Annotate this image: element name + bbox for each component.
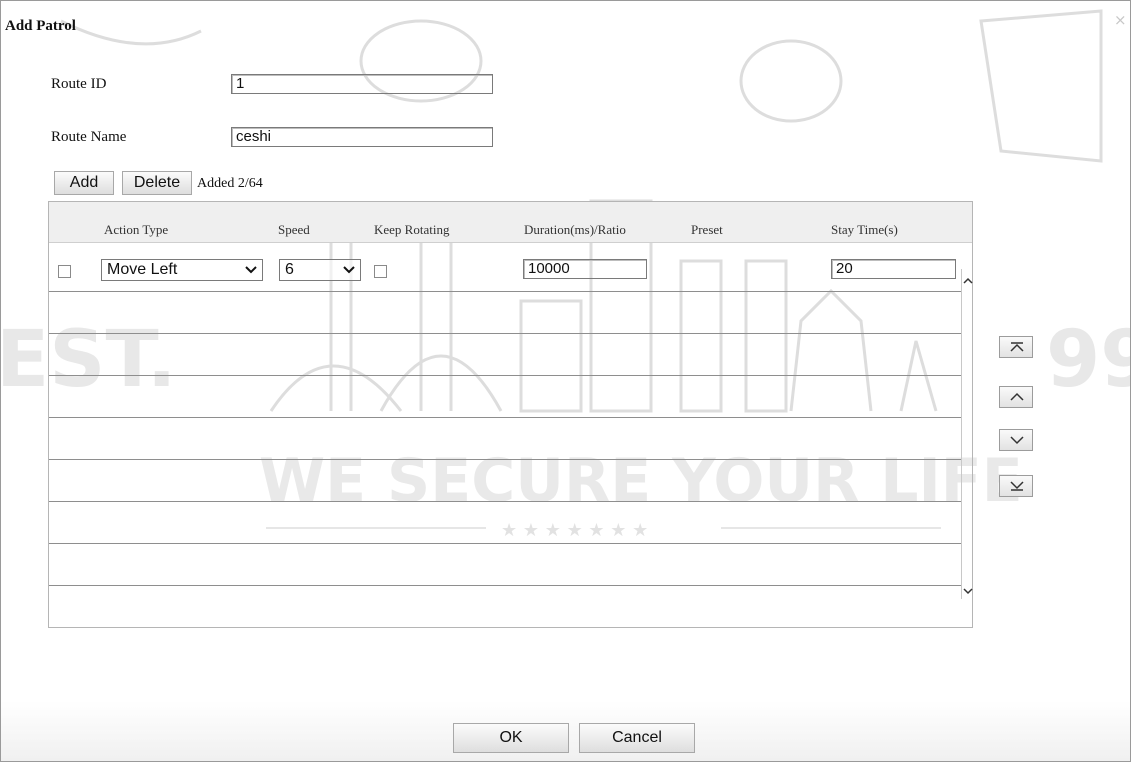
- speed-select[interactable]: 6: [279, 259, 361, 281]
- move-down-icon: [1010, 436, 1024, 445]
- add-button[interactable]: Add: [54, 171, 114, 195]
- table-scrollbar[interactable]: [961, 269, 974, 599]
- chevron-down-icon: [343, 266, 355, 274]
- move-top-button[interactable]: [999, 336, 1033, 358]
- cancel-button[interactable]: Cancel: [579, 723, 695, 753]
- column-header-action-type: Action Type: [104, 222, 169, 237]
- stay-time-field[interactable]: 20: [831, 259, 956, 279]
- route-name-label: Route Name: [51, 129, 127, 145]
- column-header-duration: Duration(ms)/Ratio: [524, 222, 626, 237]
- keep-rotating-checkbox[interactable]: [374, 265, 387, 278]
- action-type-value: Move Left: [107, 261, 178, 278]
- chevron-down-icon: [245, 266, 257, 274]
- move-bottom-icon: [1010, 481, 1024, 491]
- ok-button[interactable]: OK: [453, 723, 569, 753]
- scroll-down-icon[interactable]: [962, 585, 974, 597]
- table-row: [49, 334, 961, 376]
- watermark-year-text: 99: [1046, 315, 1131, 405]
- route-id-label: Route ID: [51, 76, 107, 92]
- added-count: Added 2/64: [197, 176, 263, 191]
- column-header-preset: Preset: [691, 222, 723, 237]
- scroll-up-icon[interactable]: [962, 275, 974, 287]
- column-header-speed: Speed: [278, 222, 310, 237]
- patrol-actions-table: Action Type Speed Keep Rotating Duration…: [48, 201, 973, 628]
- table-row: Move Left 6 10000 20: [49, 250, 961, 292]
- table-row: [49, 460, 961, 502]
- move-up-button[interactable]: [999, 386, 1033, 408]
- move-up-icon: [1010, 392, 1024, 401]
- move-down-button[interactable]: [999, 429, 1033, 451]
- close-icon[interactable]: ×: [1114, 11, 1127, 29]
- table-row: [49, 418, 961, 460]
- move-top-icon: [1010, 342, 1024, 352]
- table-row: [49, 544, 961, 586]
- route-name-field[interactable]: ceshi: [231, 127, 493, 147]
- column-header-stay-time: Stay Time(s): [831, 222, 898, 237]
- duration-field[interactable]: 10000: [523, 259, 647, 279]
- action-type-select[interactable]: Move Left: [101, 259, 263, 281]
- table-header: Action Type Speed Keep Rotating Duration…: [49, 202, 972, 243]
- row-select-checkbox[interactable]: [58, 265, 71, 278]
- delete-button[interactable]: Delete: [122, 171, 192, 195]
- table-row: [49, 502, 961, 544]
- add-patrol-dialog: EST. 99 WE SECURE YOUR LIFE ★ ★ ★ ★ ★ ★ …: [0, 0, 1131, 762]
- move-bottom-button[interactable]: [999, 475, 1033, 497]
- table-row: [49, 376, 961, 418]
- route-id-field[interactable]: 1: [231, 74, 493, 94]
- table-row: [49, 292, 961, 334]
- dialog-title: Add Patrol: [5, 18, 76, 34]
- column-header-keep-rotating: Keep Rotating: [374, 222, 450, 237]
- speed-value: 6: [285, 261, 294, 278]
